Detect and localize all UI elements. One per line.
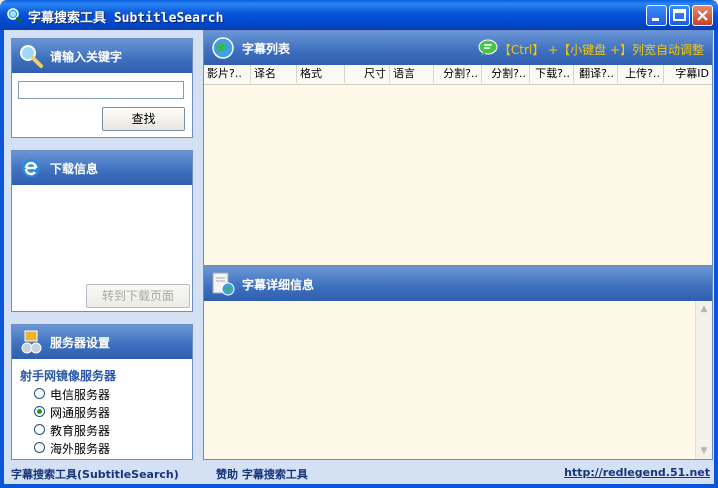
radio-dot [37, 409, 42, 414]
goto-download-page-button[interactable]: 转到下载页面 [86, 284, 190, 308]
column-header[interactable]: 下载?.. [530, 65, 574, 83]
globe-icon [212, 37, 234, 59]
minimize-button[interactable] [646, 5, 667, 26]
download-panel-header: 下载信息 [12, 151, 192, 185]
download-panel-title: 下载信息 [50, 162, 99, 176]
keyword-input[interactable] [18, 81, 184, 99]
radio-label: 电信服务器 [50, 388, 111, 402]
column-header[interactable]: 尺寸 [345, 65, 390, 83]
document-globe-icon [212, 272, 235, 296]
scroll-down-arrow-icon[interactable]: ▼ [696, 443, 712, 459]
search-button[interactable]: 查找 [102, 107, 185, 131]
homepage-link[interactable]: http://redlegend.51.net [564, 466, 710, 479]
radio-label: 海外服务器 [50, 442, 111, 456]
list-panel-header: 字幕列表 【Ctrl】 +【小键盘 +】列宽自动调整 [204, 31, 712, 65]
radio-label: 网通服务器 [50, 406, 111, 420]
close-button[interactable] [692, 5, 713, 26]
scroll-up-arrow-icon[interactable]: ▲ [696, 301, 712, 317]
server-panel-header: 服务器设置 [12, 325, 192, 359]
sponsor-link[interactable]: 赞助 字幕搜索工具 [216, 466, 308, 482]
search-panel-header: 请输入关键字 [12, 39, 192, 73]
column-header[interactable]: 字幕ID [664, 65, 712, 83]
details-scrollbar[interactable]: ▲ ▼ [695, 301, 712, 459]
radio-button[interactable] [34, 424, 45, 435]
chat-bubble-icon [478, 39, 498, 56]
window-frame-bottom [0, 484, 718, 488]
column-header[interactable]: 上传?.. [618, 65, 664, 83]
server-group-label: 射手网镜像服务器 [20, 369, 117, 383]
server-panel: 服务器设置 射手网镜像服务器 电信服务器 网通服务器 教育服务器 海外服务器 [11, 324, 193, 460]
internet-explorer-icon [22, 159, 40, 177]
list-panel-title: 字幕列表 [242, 42, 291, 56]
column-header[interactable]: 分割?.. [482, 65, 530, 83]
column-header[interactable]: 影片?.. [204, 65, 251, 83]
column-header[interactable]: 翻译?.. [574, 65, 618, 83]
server-panel-title: 服务器设置 [50, 336, 111, 350]
close-icon [697, 10, 708, 21]
column-header[interactable]: 译名 [251, 65, 297, 83]
window-title: 字幕搜索工具 SubtitleSearch [28, 11, 224, 26]
status-app-name: 字幕搜索工具(SubtitleSearch) [11, 468, 179, 481]
app-window: 字幕搜索工具 SubtitleSearch 请输入关键字 查找 下载信息 转到下… [0, 0, 718, 488]
details-panel-header: 字幕详细信息 [204, 267, 712, 301]
radio-button-selected[interactable] [34, 406, 45, 417]
status-bar: 字幕搜索工具(SubtitleSearch) 赞助 字幕搜索工具 http://… [4, 462, 714, 484]
subtitle-list-panel: 字幕列表 【Ctrl】 +【小键盘 +】列宽自动调整 影片?.. 译名 格式 尺… [203, 30, 713, 266]
subtitle-details-panel: 字幕详细信息 ▲ ▼ [203, 266, 713, 460]
search-panel-title: 请输入关键字 [50, 50, 123, 64]
radio-button[interactable] [34, 388, 45, 399]
magnifier-app-icon [7, 8, 22, 23]
search-panel: 请输入关键字 查找 [11, 38, 193, 138]
search-icon [20, 45, 43, 68]
column-header[interactable]: 格式 [297, 65, 345, 83]
maximize-button[interactable] [669, 5, 690, 26]
radio-button[interactable] [34, 442, 45, 453]
subtitle-list-body[interactable] [204, 85, 712, 265]
title-bar[interactable]: 字幕搜索工具 SubtitleSearch [0, 0, 718, 30]
client-area: 请输入关键字 查找 下载信息 转到下载页面 服务器设置 射手网镜像服务器 电信服… [4, 30, 714, 484]
radio-label: 教育服务器 [50, 424, 111, 438]
details-panel-title: 字幕详细信息 [242, 278, 315, 292]
window-frame-right [714, 30, 718, 488]
column-header[interactable]: 分割?.. [434, 65, 482, 83]
column-autofit-hint: 【Ctrl】 +【小键盘 +】列宽自动调整 [498, 43, 704, 57]
list-column-headers: 影片?.. 译名 格式 尺寸 语言 分割?.. 分割?.. 下载?.. 翻译?.… [204, 65, 712, 85]
minimize-icon [652, 18, 659, 21]
server-settings-icon [21, 330, 42, 354]
download-panel: 下载信息 转到下载页面 [11, 150, 193, 312]
column-header[interactable]: 语言 [390, 65, 434, 83]
maximize-icon [673, 9, 686, 21]
